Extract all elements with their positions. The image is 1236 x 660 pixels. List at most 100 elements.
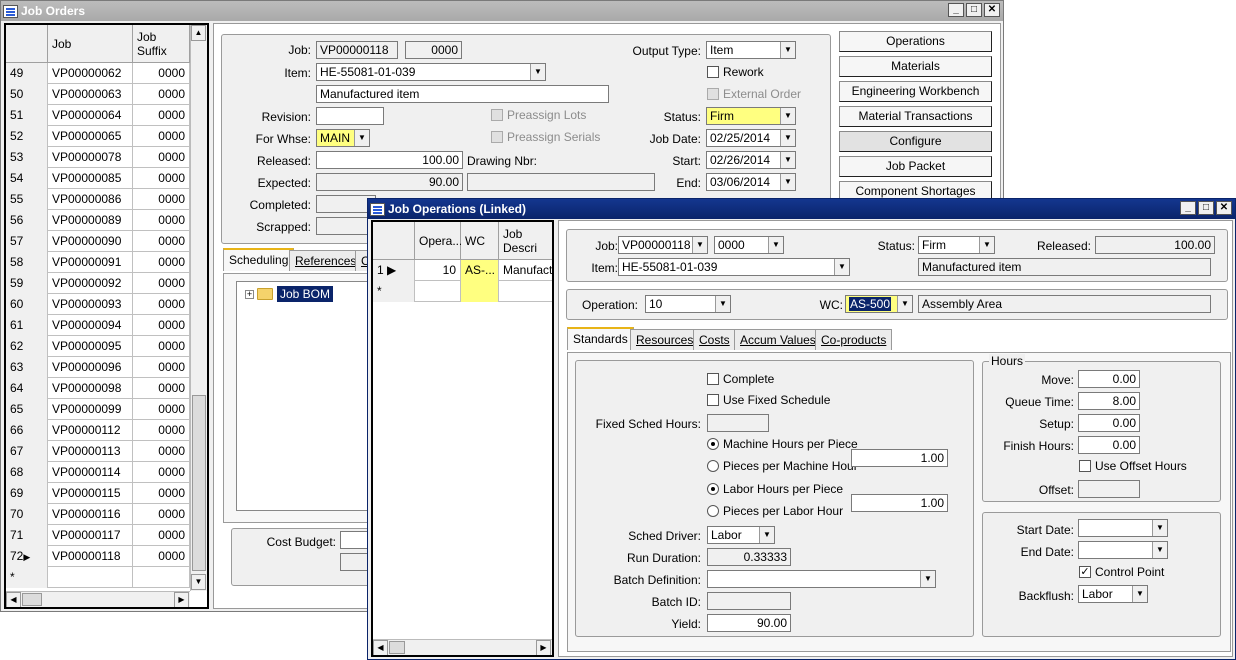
table-row[interactable]: 58 VP00000091 0000	[6, 252, 190, 273]
job-cell[interactable]: VP00000094	[48, 315, 133, 336]
tab-co-products[interactable]: Co-products	[815, 329, 893, 350]
scroll-left-arrow-icon[interactable]: ◀	[6, 592, 21, 607]
pieces-per-machine-hour-radio[interactable]	[707, 460, 719, 472]
job-cell[interactable]: VP00000092	[48, 273, 133, 294]
maximize-button[interactable]: □	[1198, 201, 1214, 215]
job-description-cell[interactable]: Manufactu	[499, 260, 552, 281]
table-row[interactable]: 55 VP00000086 0000	[6, 189, 190, 210]
job-orders-grid[interactable]: Job Job Suffix 49 VP00000062 0000 50 VP00000…	[4, 23, 209, 609]
job-suffix-cell[interactable]: 0000	[133, 441, 190, 462]
dropdown-arrow-icon[interactable]: ▼	[354, 130, 369, 146]
tab-references[interactable]: References	[289, 250, 363, 271]
job-suffix-cell[interactable]: 0000	[133, 63, 190, 84]
dropdown-arrow-icon[interactable]: ▼	[920, 571, 935, 587]
job-cell[interactable]: VP00000090	[48, 231, 133, 252]
preassign-lots-checkbox[interactable]	[491, 109, 503, 121]
complete-checkbox[interactable]	[707, 373, 719, 385]
dropdown-arrow-icon[interactable]: ▼	[780, 130, 795, 146]
dropdown-arrow-icon[interactable]: ▼	[1132, 586, 1147, 602]
job-suffix-cell[interactable]: 0000	[133, 84, 190, 105]
job-packet-button[interactable]: Job Packet	[839, 156, 992, 177]
yield-field[interactable]: 90.00	[707, 614, 791, 632]
expected-field[interactable]: 90.00	[316, 173, 463, 191]
dropdown-arrow-icon[interactable]: ▼	[1152, 520, 1167, 536]
table-row[interactable]: 59 VP00000092 0000	[6, 273, 190, 294]
job-operations-titlebar[interactable]: Job Operations (Linked) _ □ ✕	[368, 199, 1235, 219]
tab-resources[interactable]: Resources	[630, 329, 700, 350]
tree-node-job-bom[interactable]: Job BOM	[277, 286, 334, 302]
job-suffix-cell[interactable]: 0000	[133, 273, 190, 294]
pieces-per-labor-hour-radio[interactable]	[707, 505, 719, 517]
column-header-operation[interactable]: Opera...	[415, 222, 462, 260]
table-row[interactable]: 56 VP00000089 0000	[6, 210, 190, 231]
status-combo[interactable]: Firm ▼	[706, 107, 796, 125]
new-row[interactable]: *	[373, 281, 552, 302]
table-row[interactable]: 72▶ VP00000118 0000	[6, 546, 190, 567]
job-description-cell[interactable]	[499, 281, 552, 302]
move-field[interactable]: 0.00	[1078, 370, 1140, 388]
material-transactions-button[interactable]: Material Transactions	[839, 106, 992, 127]
engineering-workbench-button[interactable]: Engineering Workbench	[839, 81, 992, 102]
job-combo[interactable]: VP00000118 ▼	[618, 236, 708, 254]
item-combo[interactable]: HE-55081-01-039 ▼	[316, 63, 546, 81]
job-suffix-cell[interactable]: 0000	[133, 357, 190, 378]
column-header-job-suffix[interactable]: Job Suffix	[133, 25, 190, 63]
job-suffix-cell[interactable]: 0000	[133, 210, 190, 231]
dropdown-arrow-icon[interactable]: ▼	[780, 152, 795, 168]
table-row[interactable]: 70 VP00000116 0000	[6, 504, 190, 525]
maximize-button[interactable]: □	[966, 3, 982, 17]
control-point-checkbox[interactable]: ✓	[1079, 566, 1091, 578]
table-row[interactable]: 50 VP00000063 0000	[6, 84, 190, 105]
preassign-serials-checkbox[interactable]	[491, 131, 503, 143]
minimize-button[interactable]: _	[1180, 201, 1196, 215]
dropdown-arrow-icon[interactable]: ▼	[979, 237, 994, 253]
scroll-thumb[interactable]	[192, 395, 206, 571]
job-suffix-cell[interactable]: 0000	[133, 126, 190, 147]
table-row[interactable]: 68 VP00000114 0000	[6, 462, 190, 483]
scroll-right-arrow-icon[interactable]: ▶	[174, 592, 189, 607]
job-suffix-cell[interactable]: 0000	[133, 525, 190, 546]
table-row[interactable]: 60 VP00000093 0000	[6, 294, 190, 315]
job-cell[interactable]: VP00000063	[48, 84, 133, 105]
job-suffix-cell[interactable]: 0000	[133, 399, 190, 420]
job-cell[interactable]: VP00000093	[48, 294, 133, 315]
dropdown-arrow-icon[interactable]: ▼	[768, 237, 783, 253]
horizontal-scrollbar[interactable]: ◀ ▶	[373, 639, 552, 655]
job-suffix-cell[interactable]: 0000	[133, 462, 190, 483]
job-cell[interactable]: VP00000089	[48, 210, 133, 231]
job-cell[interactable]: VP00000114	[48, 462, 133, 483]
end-date-combo[interactable]: 03/06/2014 ▼	[706, 173, 796, 191]
job-suffix-cell[interactable]: 0000	[133, 231, 190, 252]
column-header-job-description[interactable]: Job Descri	[499, 222, 552, 260]
job-suffix-cell[interactable]: 0000	[133, 504, 190, 525]
scroll-up-arrow-icon[interactable]: ▲	[191, 25, 206, 41]
operations-grid[interactable]: Opera... WC Job Descri 1 ▶ 10 AS-... Man…	[371, 220, 554, 657]
job-suffix-cell[interactable]: 0000	[133, 168, 190, 189]
sched-driver-combo[interactable]: Labor ▼	[707, 526, 775, 544]
job-suffix-cell[interactable]	[133, 567, 190, 588]
table-row[interactable]: 66 VP00000112 0000	[6, 420, 190, 441]
start-date-combo[interactable]: ▼	[1078, 519, 1168, 537]
job-suffix-cell[interactable]: 0000	[133, 483, 190, 504]
table-row[interactable]: 52 VP00000065 0000	[6, 126, 190, 147]
job-suffix-cell[interactable]: 0000	[133, 294, 190, 315]
dropdown-arrow-icon[interactable]: ▼	[897, 296, 912, 312]
job-field[interactable]: VP00000118	[316, 41, 398, 59]
configure-button[interactable]: Configure	[839, 131, 992, 152]
job-cell[interactable]: VP00000086	[48, 189, 133, 210]
job-suffix-cell[interactable]: 0000	[133, 315, 190, 336]
wc-cell[interactable]	[461, 281, 499, 302]
operation-cell[interactable]	[415, 281, 461, 302]
job-suffix-cell[interactable]: 0000	[133, 378, 190, 399]
setup-field[interactable]: 0.00	[1078, 414, 1140, 432]
job-cell[interactable]: VP00000098	[48, 378, 133, 399]
dropdown-arrow-icon[interactable]: ▼	[692, 237, 707, 253]
dropdown-arrow-icon[interactable]: ▼	[715, 296, 730, 312]
revision-field[interactable]	[316, 107, 384, 125]
table-row[interactable]: 64 VP00000098 0000	[6, 378, 190, 399]
machine-hours-per-piece-radio[interactable]	[707, 438, 719, 450]
backflush-combo[interactable]: Labor ▼	[1078, 585, 1148, 603]
table-row[interactable]: 1 ▶ 10 AS-... Manufactu	[373, 260, 552, 281]
use-fixed-schedule-checkbox[interactable]	[707, 394, 719, 406]
for-whse-combo[interactable]: MAIN ▼	[316, 129, 370, 147]
